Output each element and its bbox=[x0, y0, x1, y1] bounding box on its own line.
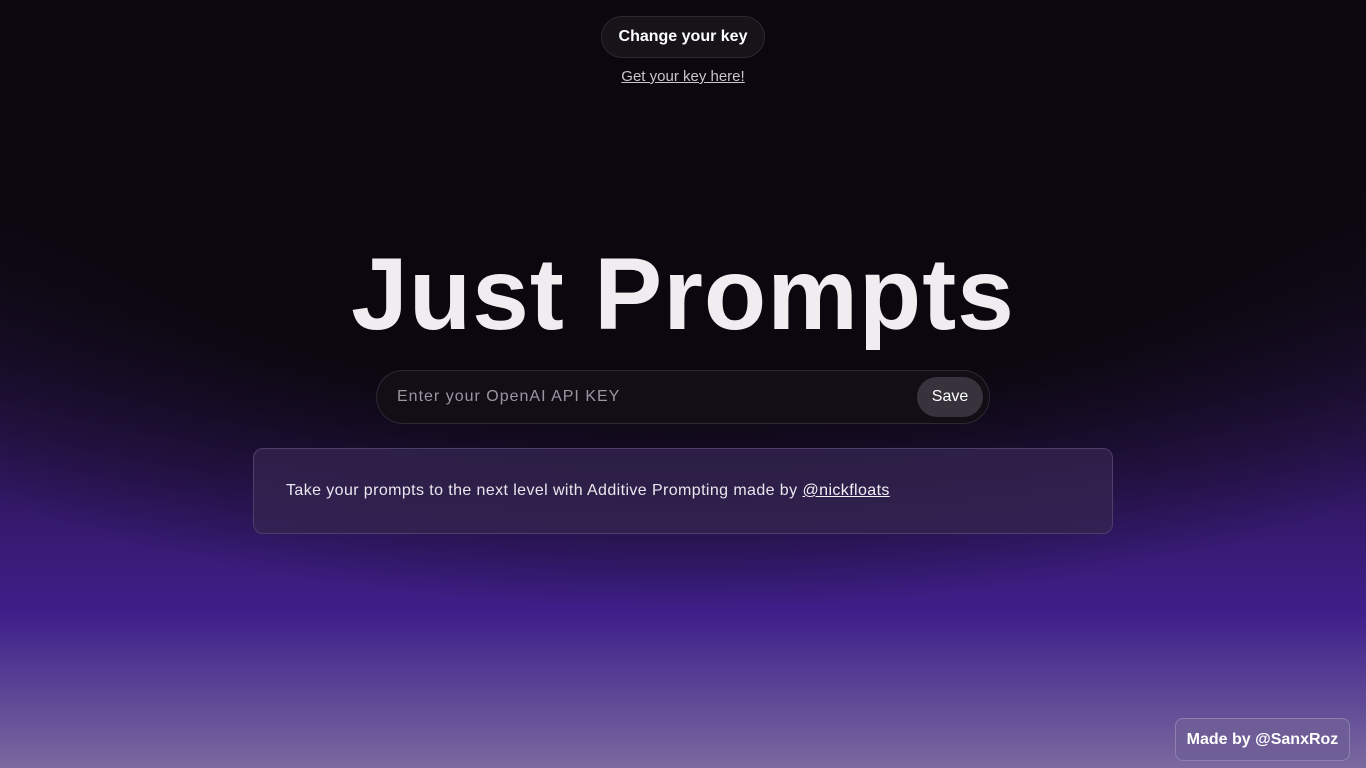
nickfloats-link[interactable]: @nickfloats bbox=[803, 482, 890, 500]
get-key-link[interactable]: Get your key here! bbox=[0, 68, 1366, 85]
api-key-form: Save bbox=[376, 370, 990, 424]
made-by-badge[interactable]: Made by @SanxRoz bbox=[1175, 718, 1350, 761]
page-title: Just Prompts bbox=[351, 237, 1015, 351]
info-card: Take your prompts to the next level with… bbox=[253, 448, 1113, 534]
change-key-button[interactable]: Change your key bbox=[601, 16, 765, 58]
api-key-input[interactable] bbox=[395, 387, 917, 407]
info-text: Take your prompts to the next level with… bbox=[286, 482, 798, 499]
save-button[interactable]: Save bbox=[917, 377, 983, 417]
